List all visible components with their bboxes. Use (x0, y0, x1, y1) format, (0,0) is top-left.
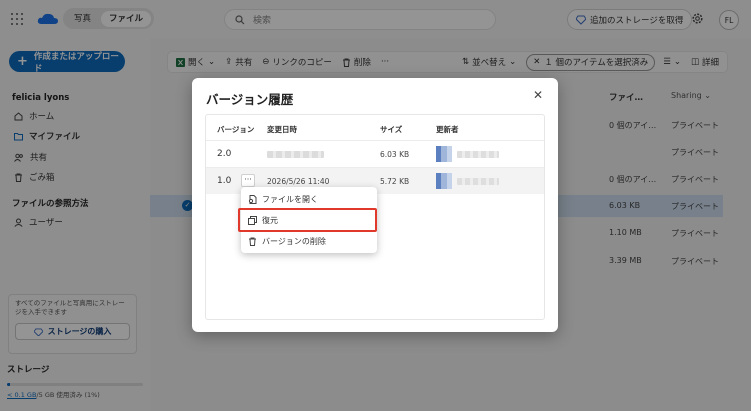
redacted-author (457, 178, 499, 185)
version-date: 2026/5/26 11:40 (267, 177, 330, 186)
trash-icon (249, 237, 256, 246)
open-file-icon (248, 194, 257, 204)
version-size: 6.03 KB (380, 150, 410, 159)
redacted-avatar (436, 173, 452, 189)
close-icon[interactable]: ✕ (533, 88, 543, 102)
redacted-date (267, 151, 324, 158)
restore-highlight-box (238, 208, 377, 232)
column-header-version: バージョン (217, 125, 255, 134)
column-header-size: サイズ (380, 125, 403, 134)
menu-item-delete-version[interactable]: バージョンの削除 (241, 231, 377, 251)
redacted-avatar (436, 146, 452, 162)
column-header-modified: 変更日時 (267, 125, 297, 134)
version-size: 5.72 KB (380, 177, 410, 186)
menu-item-label: バージョンの削除 (262, 236, 326, 246)
menu-item-label: ファイルを開く (262, 194, 318, 204)
version-number: 1.0 (217, 176, 232, 186)
menu-item-open-file[interactable]: ファイルを開く (241, 189, 377, 209)
version-number: 2.0 (217, 149, 232, 159)
version-row[interactable]: 2.0 6.03 KB (206, 141, 544, 167)
column-header-modified-by: 更新者 (436, 125, 459, 134)
redacted-author (457, 151, 499, 158)
more-options-button[interactable]: ··· (241, 174, 255, 187)
dialog-title: バージョン履歴 (206, 92, 294, 107)
